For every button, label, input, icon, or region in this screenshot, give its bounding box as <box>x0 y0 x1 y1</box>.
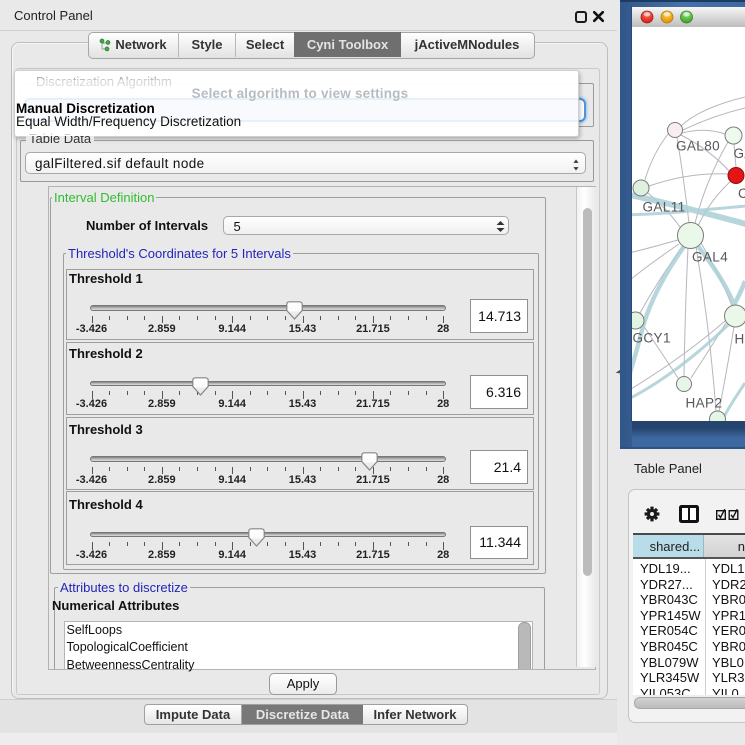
svg-text:H: H <box>735 332 745 347</box>
svg-text:GA: GA <box>734 146 745 161</box>
svg-text:C: C <box>738 186 745 201</box>
svg-text:HAP2: HAP2 <box>686 396 723 411</box>
svg-text:GAL4: GAL4 <box>692 250 728 265</box>
svg-text:GAL11: GAL11 <box>643 200 686 215</box>
svg-text:GCY1: GCY1 <box>633 331 671 346</box>
svg-text:GAL80: GAL80 <box>676 139 720 154</box>
